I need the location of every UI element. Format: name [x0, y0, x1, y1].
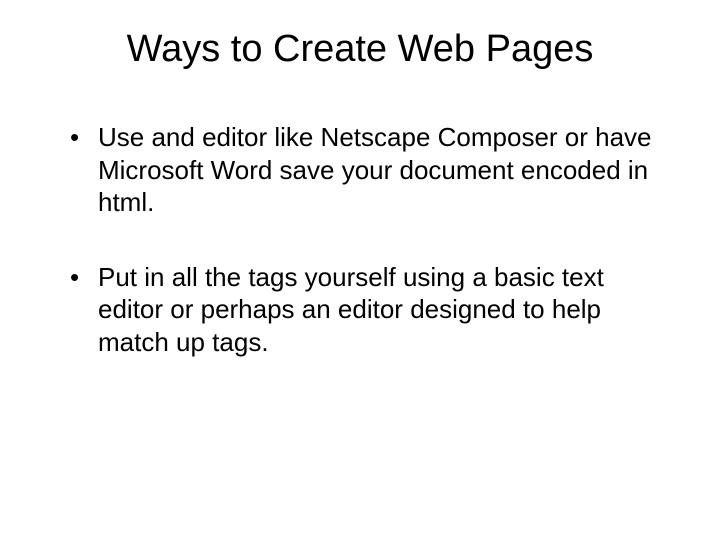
list-item: Put in all the tags yourself using a bas… [70, 261, 670, 359]
slide-title: Ways to Create Web Pages [70, 28, 650, 71]
bullet-list: Use and editor like Netscape Composer or… [50, 121, 670, 358]
list-item: Use and editor like Netscape Composer or… [70, 121, 670, 219]
